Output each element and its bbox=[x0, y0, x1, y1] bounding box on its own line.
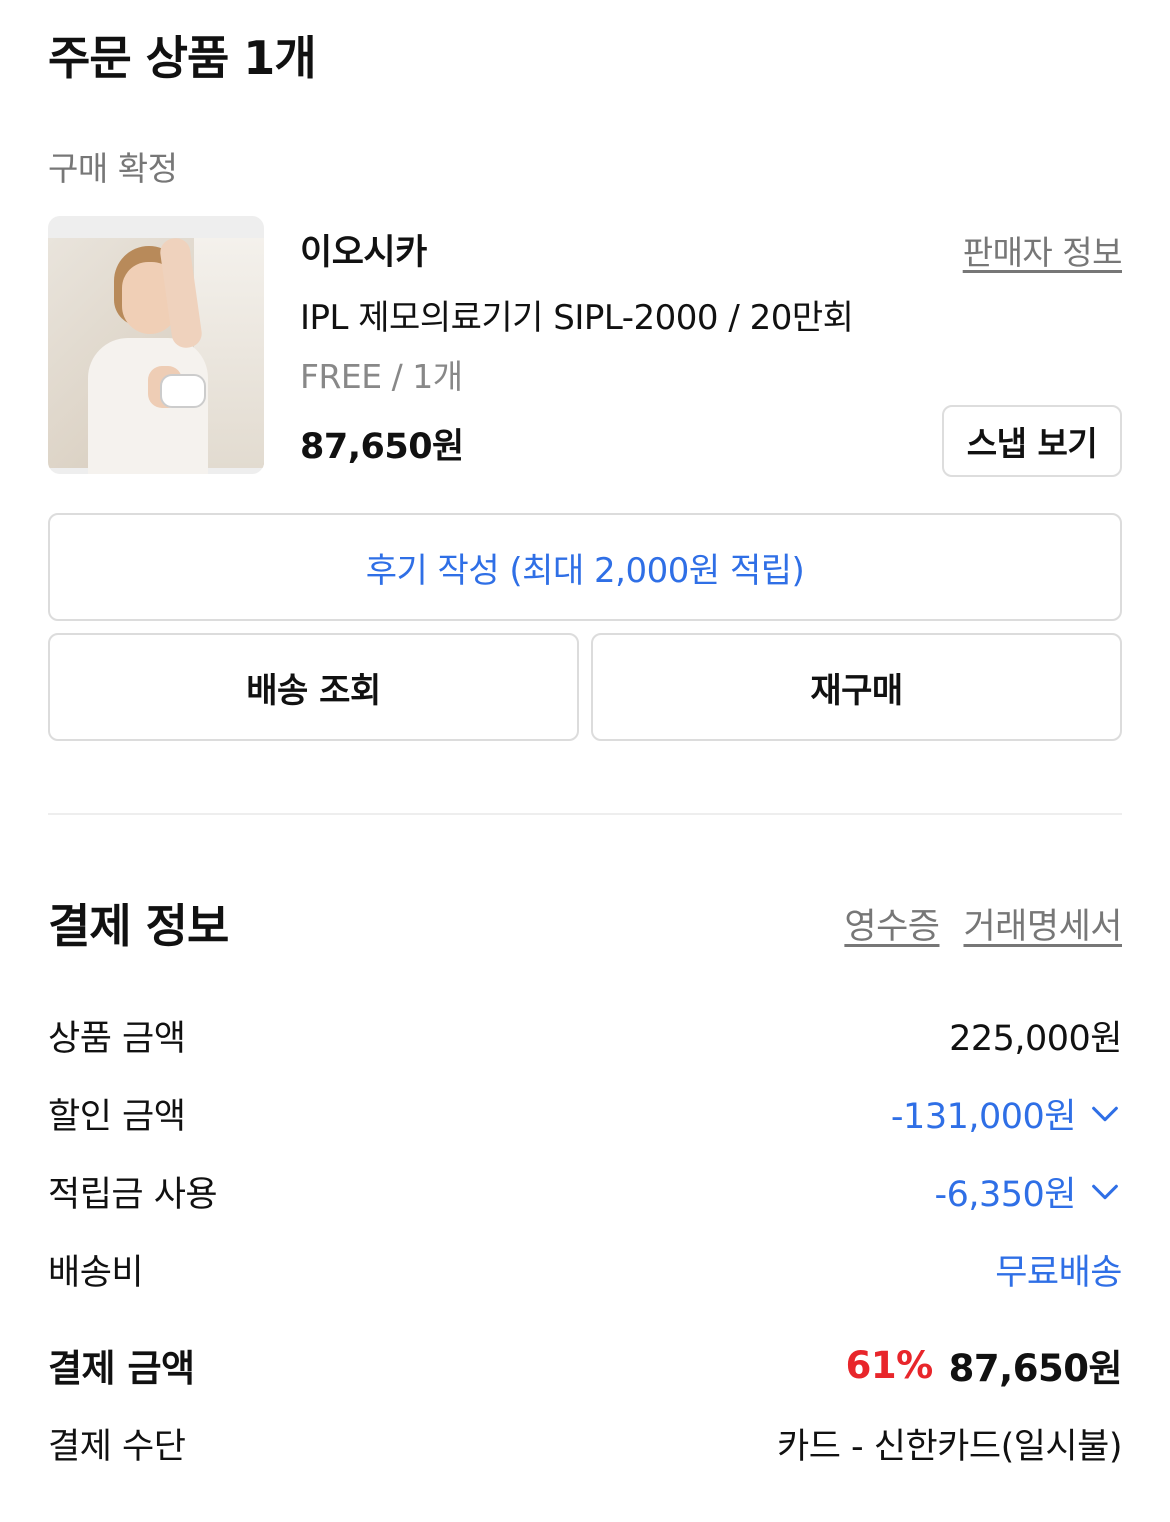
total-row: 결제 금액 61% 87,650원 bbox=[48, 1338, 1123, 1392]
chevron-down-icon bbox=[1092, 1106, 1118, 1121]
product-option: FREE / 1개 bbox=[300, 357, 463, 396]
points-label: 적립금 사용 bbox=[48, 1175, 218, 1215]
total-value: 87,650원 bbox=[948, 1347, 1123, 1390]
points-row[interactable]: 적립금 사용 -6,350원 bbox=[48, 1166, 1122, 1217]
product-amount-label: 상품 금액 bbox=[48, 1019, 186, 1059]
total-label: 결제 금액 bbox=[48, 1347, 195, 1390]
total-amount: 61% 87,650원 bbox=[845, 1338, 1123, 1392]
order-status: 구매 확정 bbox=[48, 149, 178, 188]
shipping-value: 무료배송 bbox=[995, 1253, 1122, 1293]
document-links: 영수증 거래명세서 bbox=[844, 898, 1122, 949]
discount-row[interactable]: 할인 금액 -131,000원 bbox=[48, 1088, 1122, 1139]
rebuy-button[interactable]: 재구매 bbox=[591, 633, 1122, 741]
track-shipping-button[interactable]: 배송 조회 bbox=[48, 633, 579, 741]
section-divider bbox=[48, 813, 1122, 815]
discount-value: -131,000원 bbox=[890, 1097, 1077, 1137]
points-toggle[interactable]: -6,350원 bbox=[934, 1166, 1122, 1217]
payment-method-row: 결제 수단 카드 - 신한카드(일시불) bbox=[48, 1418, 1123, 1469]
payment-section-title: 결제 정보 bbox=[48, 899, 229, 953]
snap-view-button[interactable]: 스냅 보기 bbox=[942, 405, 1122, 477]
product-price: 87,650원 bbox=[300, 427, 464, 467]
points-value: -6,350원 bbox=[934, 1175, 1076, 1215]
seller-info-link[interactable]: 판매자 정보 bbox=[963, 226, 1123, 274]
chevron-down-icon bbox=[1092, 1184, 1118, 1199]
discount-toggle[interactable]: -131,000원 bbox=[891, 1088, 1122, 1139]
write-review-button[interactable]: 후기 작성 (최대 2,000원 적립) bbox=[48, 513, 1122, 621]
receipt-link[interactable]: 영수증 bbox=[844, 898, 940, 949]
product-thumbnail[interactable] bbox=[48, 216, 264, 474]
payment-method-value: 카드 - 신한카드(일시불) bbox=[777, 1427, 1123, 1467]
payment-method-label: 결제 수단 bbox=[48, 1427, 186, 1467]
product-photo bbox=[48, 236, 264, 474]
order-section-title: 주문 상품 1개 bbox=[48, 31, 317, 85]
transaction-statement-link[interactable]: 거래명세서 bbox=[963, 898, 1122, 949]
product-brand[interactable]: 이오시카 bbox=[300, 224, 427, 275]
discount-label: 할인 금액 bbox=[48, 1097, 186, 1137]
product-name[interactable]: IPL 제모의료기기 SIPL-2000 / 20만회 bbox=[300, 290, 854, 339]
shipping-label: 배송비 bbox=[48, 1253, 144, 1293]
discount-rate-badge: 61% bbox=[845, 1343, 934, 1387]
shipping-row: 배송비 무료배송 bbox=[48, 1244, 1122, 1295]
order-detail-page: 주문 상품 1개 구매 확정 이오시카 판매자 정보 IPL 제모의료기기 SI… bbox=[0, 0, 1170, 1522]
product-amount-row: 상품 금액 225,000원 bbox=[48, 1010, 1122, 1061]
product-amount-value: 225,000원 bbox=[949, 1019, 1122, 1059]
